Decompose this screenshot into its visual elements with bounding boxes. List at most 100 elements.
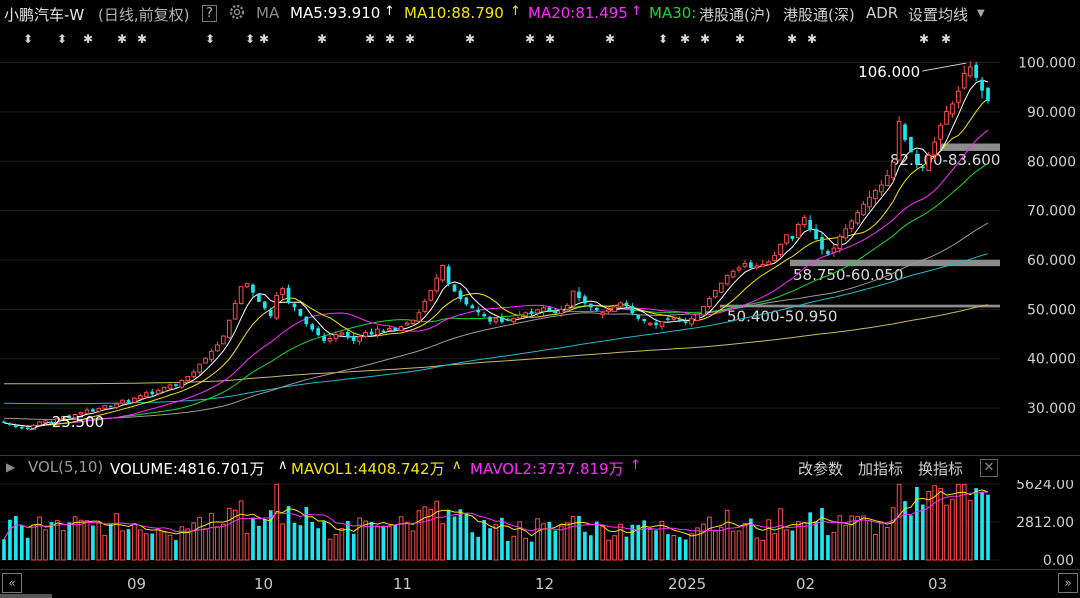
volume-trend-icon: ∧ bbox=[278, 458, 288, 473]
candle-body bbox=[583, 296, 587, 304]
volume-bar bbox=[114, 513, 119, 561]
candle-body bbox=[137, 395, 143, 400]
mavol1-trend-icon: ∧ bbox=[452, 458, 462, 473]
candle-body bbox=[286, 287, 291, 303]
candle-body bbox=[398, 326, 404, 331]
volume-bar bbox=[339, 527, 345, 561]
volume-bar bbox=[49, 522, 54, 560]
low-price-label: 25.500 bbox=[52, 413, 105, 431]
candle-body bbox=[476, 309, 481, 313]
candle-body bbox=[932, 141, 937, 156]
candle-body bbox=[14, 425, 18, 428]
volume-bar bbox=[280, 523, 285, 561]
volume-bar bbox=[488, 528, 492, 560]
candles bbox=[2, 61, 990, 430]
scroll-left-icon[interactable]: « bbox=[2, 573, 22, 593]
volume-axis-labels: 5624.00 2812.00 0.00 bbox=[1016, 480, 1074, 569]
candlestick-chart[interactable]: ⬍ ⬍ ✱ ✱ ✱ ⬍ ⬍ ✱ ✱ ✱ ✱ ✱ ✱ ✱ ✱ ✱ ⬍ ✱ ✱ ✱ ✱ ✱ ✱ ✱ 82.100-83.60058… bbox=[0, 28, 1080, 453]
volume-bar bbox=[553, 530, 558, 560]
candle-body bbox=[369, 331, 374, 335]
volume-tick-label: 0.00 bbox=[1043, 553, 1074, 569]
volume-bar bbox=[606, 539, 611, 561]
scrollbar-thumb[interactable] bbox=[0, 594, 52, 598]
volume-bar bbox=[808, 512, 813, 560]
period-mode[interactable]: (日线,前复权) bbox=[98, 4, 189, 25]
event-marker-icon: ✱ bbox=[259, 32, 269, 46]
volume-bar bbox=[238, 500, 244, 561]
candle-body bbox=[174, 384, 178, 386]
sz-connect-tab[interactable]: 港股通(深) bbox=[783, 4, 855, 25]
ma-settings-button[interactable]: 设置均线 bbox=[908, 4, 968, 25]
candle-body bbox=[19, 427, 24, 429]
candle-body bbox=[754, 265, 760, 269]
volume-bar bbox=[78, 519, 84, 561]
sh-connect-tab[interactable]: 港股通(沪) bbox=[699, 4, 771, 25]
volume-bar bbox=[671, 535, 677, 561]
volume-bar bbox=[174, 540, 178, 560]
stock-title[interactable]: 小鹏汽车-W bbox=[4, 4, 84, 25]
volume-bar bbox=[795, 521, 801, 561]
candle-body bbox=[612, 306, 617, 313]
candle-body bbox=[155, 389, 161, 395]
volume-bar bbox=[647, 528, 653, 561]
candle-body bbox=[778, 243, 783, 256]
volume-bar bbox=[624, 536, 629, 560]
candle-body bbox=[903, 124, 907, 141]
volume-bar bbox=[132, 523, 137, 561]
candle-body bbox=[327, 337, 333, 342]
candle-body bbox=[316, 328, 321, 336]
volume-bar bbox=[96, 522, 102, 561]
candle-body bbox=[654, 322, 658, 326]
switch-indicator-button[interactable]: 换指标 bbox=[918, 458, 963, 479]
change-params-button[interactable]: 改参数 bbox=[798, 458, 843, 479]
event-marker-icon: ✱ bbox=[700, 32, 710, 46]
volume-bar bbox=[310, 521, 315, 560]
close-icon[interactable]: ✕ bbox=[980, 459, 998, 477]
candle-body bbox=[855, 212, 860, 224]
volume-bar bbox=[428, 508, 434, 561]
month-label: 03 bbox=[928, 575, 948, 593]
volume-bar bbox=[316, 528, 321, 560]
month-label: 11 bbox=[393, 575, 413, 593]
volume-bar bbox=[410, 530, 416, 561]
help-button[interactable]: ? bbox=[202, 5, 217, 22]
candle-body bbox=[37, 421, 42, 426]
candle-body bbox=[215, 344, 220, 352]
candle-body bbox=[167, 384, 173, 389]
volume-bar bbox=[861, 515, 866, 561]
candle-body bbox=[452, 284, 457, 292]
volume-header: ▶ VOL(5,10) VOLUME:4816.701万 ∧ MAVOL1:44… bbox=[0, 456, 1080, 480]
volume-bar bbox=[84, 520, 90, 561]
volume-bar bbox=[701, 523, 706, 561]
volume-bar bbox=[967, 499, 973, 561]
volume-bar bbox=[736, 530, 742, 561]
candle-body bbox=[345, 332, 350, 338]
volume-bar bbox=[434, 500, 440, 561]
volume-chart[interactable]: 5624.00 2812.00 0.00 bbox=[0, 480, 1080, 570]
candle-body bbox=[814, 228, 818, 240]
candle-body bbox=[410, 319, 416, 325]
add-indicator-button[interactable]: 加指标 bbox=[858, 458, 903, 479]
candle-body bbox=[482, 314, 486, 317]
volume-bar bbox=[375, 525, 380, 561]
candle-body bbox=[926, 154, 932, 172]
month-label: 02 bbox=[796, 575, 816, 593]
candle-body bbox=[606, 309, 611, 313]
adr-tab[interactable]: ADR bbox=[866, 4, 898, 22]
caret-down-icon[interactable]: ▼ bbox=[977, 8, 985, 19]
candle-body bbox=[126, 400, 131, 403]
event-marker-icon: ✱ bbox=[117, 32, 127, 46]
volume-title[interactable]: VOL(5,10) bbox=[28, 458, 103, 476]
volume-bar bbox=[37, 516, 42, 561]
volume-bar bbox=[535, 518, 540, 561]
y-tick-label: 30.000 bbox=[1027, 401, 1076, 417]
volume-bar bbox=[120, 530, 125, 561]
volume-bar bbox=[220, 523, 226, 561]
caret-right-icon[interactable]: ▶ bbox=[6, 460, 15, 474]
ma-label[interactable]: MA bbox=[256, 4, 279, 22]
candle-body bbox=[108, 405, 113, 408]
gear-icon[interactable] bbox=[228, 3, 246, 25]
volume-bar bbox=[986, 494, 990, 560]
scroll-right-icon[interactable]: » bbox=[1058, 573, 1078, 593]
candle-body bbox=[96, 408, 102, 412]
